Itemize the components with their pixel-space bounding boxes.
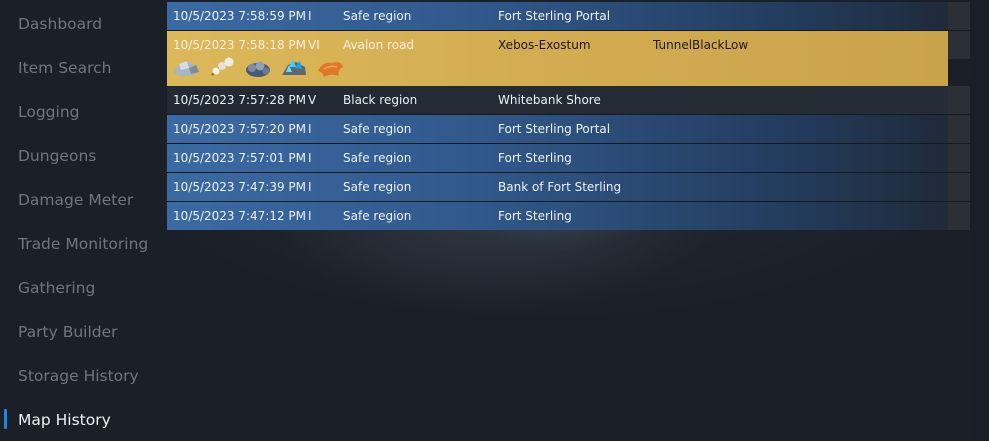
row-timestamp: 10/5/2023 7:58:18 PM <box>173 38 307 52</box>
sidebar-item-trade-monitoring[interactable]: Trade Monitoring <box>18 234 148 254</box>
sidebar-item-logging[interactable]: Logging <box>18 102 80 122</box>
row-tier: I <box>308 209 312 223</box>
row-empty-column <box>948 86 970 114</box>
row-empty-column <box>948 144 970 172</box>
table-row[interactable]: 10/5/2023 7:57:28 PM V Black region Whit… <box>167 86 948 114</box>
row-map-name: Fort Sterling Portal <box>498 122 611 136</box>
table-row[interactable]: 10/5/2023 7:47:12 PM I Safe region Fort … <box>167 202 948 230</box>
orange-hide-icon <box>318 62 343 77</box>
row-tier: I <box>308 122 312 136</box>
row-map-name: Fort Sterling <box>498 151 572 165</box>
sidebar-item-dashboard[interactable]: Dashboard <box>18 14 102 34</box>
sidebar-item-map-history[interactable]: Map History <box>18 410 111 430</box>
row-region-type: Safe region <box>343 180 412 194</box>
vertical-scrollbar[interactable] <box>970 0 989 441</box>
sidebar-item-dungeons[interactable]: Dungeons <box>18 146 96 166</box>
sidebar-item-party-builder[interactable]: Party Builder <box>18 322 118 342</box>
row-region-type: Avalon road <box>343 38 415 52</box>
stone-chunk-icon <box>173 61 199 76</box>
row-map-name: Fort Sterling <box>498 209 572 223</box>
table-row[interactable]: 10/5/2023 7:57:01 PM I Safe region Fort … <box>167 144 948 172</box>
row-tier: I <box>308 180 312 194</box>
row-tier: I <box>308 151 312 165</box>
row-map-name: Whitebank Shore <box>498 93 601 107</box>
row-region-type: Safe region <box>343 151 412 165</box>
ore-rock-icon <box>246 61 270 77</box>
app-window: Dashboard Item Search Logging Dungeons D… <box>0 0 989 441</box>
sidebar-item-gathering[interactable]: Gathering <box>18 278 95 298</box>
row-map-name: Bank of Fort Sterling <box>498 180 622 194</box>
row-timestamp: 10/5/2023 7:47:39 PM <box>173 180 307 194</box>
row-region-type: Safe region <box>343 122 412 136</box>
row-region-type: Black region <box>343 93 418 107</box>
row-map-name: Fort Sterling Portal <box>498 9 611 23</box>
sidebar-item-storage-history[interactable]: Storage History <box>18 366 139 386</box>
row-empty-column <box>948 31 970 59</box>
row-timestamp: 10/5/2023 7:58:59 PM <box>173 9 307 23</box>
row-region-type: Safe region <box>343 209 412 223</box>
row-empty-column <box>948 202 970 230</box>
table-row[interactable]: 10/5/2023 7:47:39 PM I Safe region Bank … <box>167 173 948 201</box>
row-tier: VI <box>308 38 320 52</box>
row-region-type: Safe region <box>343 9 412 23</box>
row-timestamp: 10/5/2023 7:47:12 PM <box>173 209 307 223</box>
map-history-panel: 10/5/2023 7:58:59 PM I Safe region Fort … <box>160 0 970 441</box>
table-row[interactable]: 10/5/2023 7:58:59 PM I Safe region Fort … <box>167 2 948 30</box>
row-empty-column <box>948 115 970 143</box>
sidebar-item-damage-meter[interactable]: Damage Meter <box>18 190 133 210</box>
row-timestamp: 10/5/2023 7:57:28 PM <box>173 93 307 107</box>
fiber-cotton-icon <box>211 57 234 76</box>
row-empty-column <box>948 2 970 30</box>
sidebar: Dashboard Item Search Logging Dungeons D… <box>0 0 160 441</box>
row-empty-column <box>948 173 970 201</box>
row-map-name: Xebos-Exostum <box>498 38 591 52</box>
active-item-indicator <box>4 409 7 429</box>
table-row[interactable]: 10/5/2023 7:57:20 PM I Safe region Fort … <box>167 115 948 143</box>
row-tier: I <box>308 9 312 23</box>
blue-crystal-ore-icon <box>282 59 306 75</box>
row-tier: V <box>308 93 317 107</box>
row-timestamp: 10/5/2023 7:57:01 PM <box>173 151 307 165</box>
row-map-variant: TunnelBlackLow <box>653 38 749 52</box>
row-timestamp: 10/5/2023 7:57:20 PM <box>173 122 307 136</box>
sidebar-item-item-search[interactable]: Item Search <box>18 58 111 78</box>
table-row-avalon[interactable]: 10/5/2023 7:58:18 PM VI Avalon road Xebo… <box>167 31 948 87</box>
